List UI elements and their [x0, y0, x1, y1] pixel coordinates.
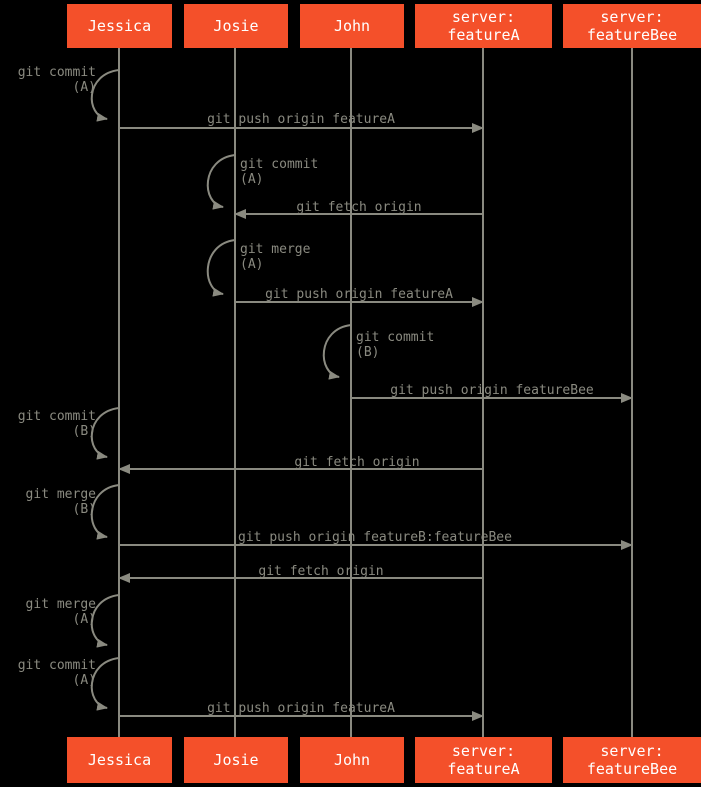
actor-label-serverBee: server: featureBee: [586, 8, 678, 44]
actor-label-josie: Josie: [213, 17, 259, 35]
message-label-11: git merge (B): [25, 487, 96, 517]
actor-box-john-bottom[interactable]: John: [300, 737, 404, 783]
actor-label-serverA: server: featureA: [447, 742, 520, 778]
self-message-arc-7: [322, 324, 352, 380]
actor-label-jessica: Jessica: [87, 17, 152, 35]
actor-box-serverA-bottom[interactable]: server: featureA: [415, 737, 552, 783]
actor-label-serverBee: server: featureBee: [586, 742, 678, 778]
actor-box-josie-top[interactable]: Josie: [184, 4, 288, 48]
actor-box-jessica-bottom[interactable]: Jessica: [67, 737, 172, 783]
message-label-10: git fetch origin: [294, 455, 420, 470]
actor-box-john-top[interactable]: John: [300, 4, 404, 48]
actor-label-josie: Josie: [213, 751, 259, 769]
actor-box-serverBee-bottom[interactable]: server: featureBee: [563, 737, 701, 783]
message-label-8: git push origin featureBee: [390, 383, 594, 398]
actor-label-serverA: server: featureA: [447, 8, 520, 44]
sequence-diagram: Jessica Josie John server: featureA server: …: [0, 0, 701, 787]
message-label-3: git commit (A): [240, 157, 319, 187]
message-label-15: git commit (A): [17, 658, 96, 688]
message-label-12: git push origin featureB:featureBee: [238, 530, 512, 545]
actor-box-jessica-top[interactable]: Jessica: [67, 4, 172, 48]
message-label-5: git merge (A): [240, 242, 311, 272]
message-label-2: git push origin featureA: [207, 112, 395, 127]
message-label-9: git commit (B): [17, 409, 96, 439]
message-label-14: git merge (A): [25, 597, 96, 627]
actor-label-jessica: Jessica: [87, 751, 152, 769]
actor-box-serverBee-top[interactable]: server: featureBee: [563, 4, 701, 48]
message-label-13: git fetch origin: [258, 564, 384, 579]
actor-label-john: John: [333, 17, 371, 35]
actor-box-serverA-top[interactable]: server: featureA: [415, 4, 552, 48]
message-label-16: git push origin featureA: [207, 701, 395, 716]
message-label-1: git commit (A): [17, 65, 96, 95]
actor-box-josie-bottom[interactable]: Josie: [184, 737, 288, 783]
message-label-6: git push origin featureA: [265, 287, 453, 302]
self-message-arc-3: [206, 154, 236, 210]
message-label-4: git fetch origin: [296, 200, 422, 215]
message-label-7: git commit (B): [356, 330, 435, 360]
actor-label-john: John: [333, 751, 371, 769]
self-message-arc-5: [206, 239, 236, 297]
